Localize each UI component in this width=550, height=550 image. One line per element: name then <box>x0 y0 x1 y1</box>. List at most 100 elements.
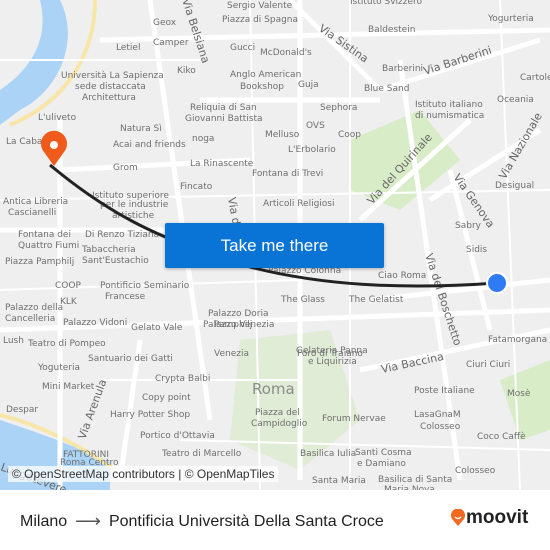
map-poi-label[interactable]: Yoguteria <box>37 363 80 373</box>
map-poi-label[interactable]: L'Erbolario <box>288 145 336 155</box>
map-poi-label[interactable]: Istituto Svizzero <box>350 0 423 7</box>
map-poi-label[interactable]: Coco Caffè <box>477 431 526 442</box>
map-poi-label[interactable]: Sabry <box>455 221 482 231</box>
map-poi-label[interactable]: Sephora <box>320 103 357 113</box>
map-poi-label[interactable]: Basilica Iulia <box>300 449 356 459</box>
map-poi-label[interactable]: Reliquia di San <box>190 103 257 113</box>
map-poi-label[interactable]: Architettura <box>82 93 136 103</box>
map-poi-label[interactable]: Blue Sand <box>364 84 409 94</box>
map-poi-label[interactable]: Copy point <box>142 393 191 403</box>
map-poi-label[interactable]: Guja <box>298 80 319 90</box>
map-poi-label[interactable]: La Rinascente <box>190 159 254 169</box>
map-poi-label[interactable]: Di Renzo Tiziana <box>85 230 159 240</box>
map-poi-label[interactable]: Coop <box>338 130 361 140</box>
map-poi-label[interactable]: Palazzo Vidoni <box>63 318 127 328</box>
map-poi-label[interactable]: Piazza di Spagna <box>222 15 298 25</box>
map-poi-label[interactable]: Cancelleria <box>5 314 55 324</box>
map-poi-label[interactable]: Barberini <box>382 64 423 74</box>
map-poi-label[interactable]: Quattro Fiumi <box>18 241 79 251</box>
map-poi-label[interactable]: Colosseo <box>455 466 496 476</box>
map-poi-label[interactable]: Oceania <box>497 95 534 105</box>
map-poi-label[interactable]: noga <box>192 134 214 144</box>
map-poi-label[interactable]: Campidoglio <box>251 419 308 429</box>
map-poi-label[interactable]: McDonald's <box>260 48 312 58</box>
map-poi-label[interactable]: LasaGnaM <box>414 410 461 420</box>
destination-dot-icon[interactable] <box>486 272 508 294</box>
map-poi-label[interactable]: Baldestein <box>368 25 415 35</box>
origin-pin-icon[interactable] <box>41 130 67 166</box>
map-poi-label[interactable]: Palazzo Venezia <box>203 320 274 330</box>
map-poi-label[interactable]: Mosè <box>507 388 531 399</box>
map-poi-label[interactable]: Sant'Eustachio <box>82 256 149 266</box>
map-poi-label[interactable]: Anglo American <box>230 70 301 80</box>
map-poi-label[interactable]: Acai and friends <box>113 140 186 150</box>
map-poi-label[interactable]: Yogurteria <box>487 14 534 24</box>
map-poi-label[interactable]: Lush <box>3 336 24 346</box>
map-poi-label[interactable]: Despar <box>6 405 38 415</box>
map-poi-label[interactable]: Santuario dei Gatti <box>88 354 173 364</box>
map-poi-label[interactable]: The Glass <box>280 295 325 305</box>
map-poi-label[interactable]: COOP <box>55 281 81 291</box>
map-poi-label[interactable]: Ciao Roma <box>378 271 426 281</box>
map-poi-label[interactable]: Poste Italiane <box>414 386 475 396</box>
map-poi-label[interactable]: di numismatica <box>415 111 484 121</box>
map-poi-label[interactable]: Mini Market <box>42 382 95 392</box>
map-poi-label[interactable]: Palazzo della <box>5 303 63 313</box>
map-poi-label[interactable]: Grom <box>113 163 138 173</box>
map-poi-label[interactable]: Harry Potter Shop <box>110 410 190 420</box>
map[interactable]: Sergio Valente Piazza di Spagna Istituto S… <box>0 0 550 490</box>
map-poi-label[interactable]: Crypta Balbi <box>155 374 210 384</box>
map-poi-label[interactable]: Fontana dei <box>18 230 71 240</box>
map-poi-label[interactable]: Piazza del <box>255 408 300 418</box>
map-poi-label[interactable]: Articoli Religiosi <box>263 199 335 209</box>
map-poi-label[interactable]: Teatro di Pompeo <box>27 339 106 349</box>
map-poi-label[interactable]: Bookshop <box>240 82 284 92</box>
map-poi-label[interactable]: Francese <box>105 292 146 302</box>
map-poi-label[interactable]: Fatamorgana <box>488 335 547 345</box>
map-poi-label[interactable]: Camper <box>153 38 189 48</box>
map-poi-label[interactable]: Letiel <box>116 43 140 53</box>
map-poi-label[interactable]: e Damiano <box>357 459 406 469</box>
map-poi-label[interactable]: Forum Nervae <box>322 414 386 424</box>
map-poi-label[interactable]: Desigual <box>495 181 534 191</box>
map-poi-label[interactable]: Teatro di Marcello <box>161 449 242 459</box>
map-poi-label[interactable]: Melluso <box>265 130 300 140</box>
map-poi-label[interactable]: Foro di Traiano <box>297 349 363 359</box>
district-label: Roma <box>252 380 295 398</box>
map-poi-label[interactable]: Santi Cosma <box>355 448 412 458</box>
map-poi-label[interactable]: Tabaccheria <box>81 245 136 255</box>
take-me-there-button[interactable]: Take me there <box>165 223 384 268</box>
map-poi-label[interactable]: Venezia <box>214 349 249 359</box>
map-poi-label[interactable]: Piazza Pamphilj <box>5 257 74 267</box>
map-poi-label[interactable]: Sidis <box>466 245 487 255</box>
map-poi-label[interactable]: Antica Libreria <box>3 197 68 207</box>
map-poi-label[interactable]: Basilica di Santa <box>378 475 452 485</box>
map-poi-label[interactable]: Geox <box>153 18 177 28</box>
map-poi-label[interactable]: L'uliveto <box>38 113 77 123</box>
map-poi-label[interactable]: Colosseo <box>420 422 461 432</box>
map-poi-label[interactable]: Università La Sapienza <box>61 71 164 81</box>
map-poi-label[interactable]: Kiko <box>177 66 196 76</box>
map-poi-label[interactable]: Giovanni Battista <box>185 114 263 124</box>
arrow-right-icon: ⟶ <box>75 511 101 531</box>
map-attribution[interactable]: © OpenStreetMap contributors | © OpenMap… <box>8 466 279 482</box>
map-poi-label[interactable]: Istituto italiano <box>415 100 483 110</box>
map-poi-label[interactable]: Gelato Vale <box>131 323 183 333</box>
street-label: Via Belsiana <box>179 0 212 65</box>
map-poi-label[interactable]: OVS <box>306 121 325 131</box>
map-poi-label[interactable]: Pontificio Seminario <box>100 281 190 291</box>
map-poi-label[interactable]: Sergio Valente <box>227 1 293 11</box>
map-poi-label[interactable]: Gucci <box>230 43 255 53</box>
map-poi-label[interactable]: sede distaccata <box>75 82 146 92</box>
map-poi-label[interactable]: Santa Maria <box>312 476 366 486</box>
map-poi-label[interactable]: The Gelatist <box>348 295 404 305</box>
map-poi-label[interactable]: Cascianelli <box>8 208 56 218</box>
map-poi-label[interactable]: Ciuri Ciuri <box>466 360 510 370</box>
map-poi-label[interactable]: Cartoleria <box>520 73 550 83</box>
map-poi-label[interactable]: Portico d'Ottavia <box>140 431 215 441</box>
map-poi-label[interactable]: Fincato <box>180 182 213 192</box>
map-poi-label[interactable]: Natura Sì <box>120 124 162 134</box>
map-poi-label[interactable]: Fontana di Trevi <box>252 169 323 179</box>
moovit-logo[interactable]: moovit <box>450 507 528 529</box>
map-poi-label[interactable]: Palazzo Doria <box>208 309 269 319</box>
